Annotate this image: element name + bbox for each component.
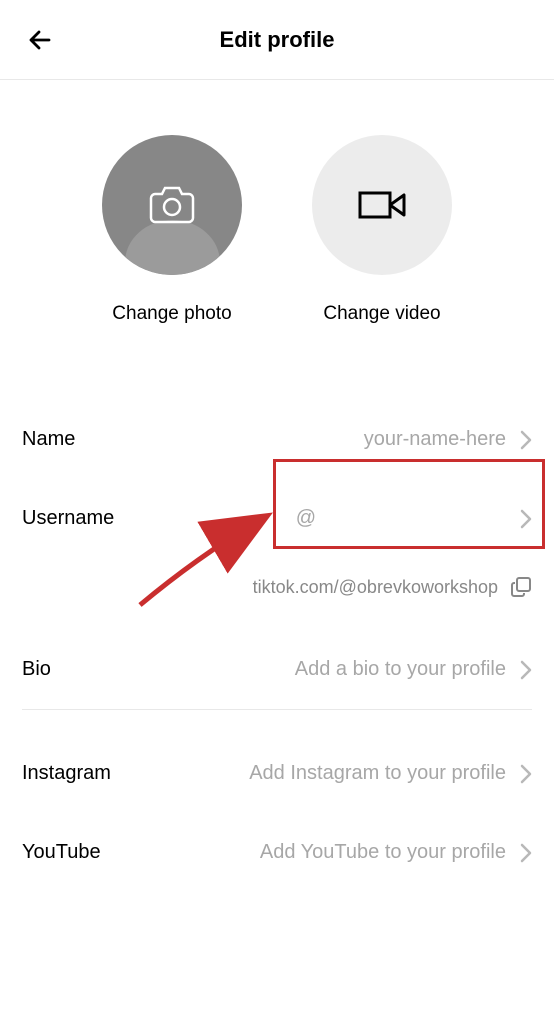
username-row[interactable]: Username @ xyxy=(0,479,554,558)
name-value: your-name-here xyxy=(364,428,506,451)
name-row[interactable]: Name your-name-here xyxy=(0,400,554,479)
media-section: Change photo Change video xyxy=(0,80,554,370)
change-video-button[interactable]: Change video xyxy=(312,135,452,325)
bio-row[interactable]: Bio Add a bio to your profile xyxy=(0,630,554,709)
video-camera-icon xyxy=(354,185,410,225)
change-video-label: Change video xyxy=(323,303,440,325)
back-button[interactable] xyxy=(20,20,60,60)
avatar-placeholder xyxy=(102,135,242,275)
back-arrow-icon xyxy=(25,25,55,55)
profile-url-text: tiktok.com/@obrevkoworkshop xyxy=(253,577,498,598)
instagram-label: Instagram xyxy=(22,762,111,785)
username-label: Username xyxy=(22,507,114,530)
youtube-value: Add YouTube to your profile xyxy=(260,841,506,864)
chevron-right-icon xyxy=(520,509,532,529)
youtube-label: YouTube xyxy=(22,841,101,864)
profile-url-row[interactable]: tiktok.com/@obrevkoworkshop xyxy=(0,558,554,630)
video-placeholder xyxy=(312,135,452,275)
instagram-value: Add Instagram to your profile xyxy=(249,762,506,785)
camera-icon xyxy=(147,184,197,226)
bio-value: Add a bio to your profile xyxy=(295,658,506,681)
youtube-row[interactable]: YouTube Add YouTube to your profile xyxy=(0,813,554,892)
chevron-right-icon xyxy=(520,430,532,450)
instagram-row[interactable]: Instagram Add Instagram to your profile xyxy=(0,734,554,813)
page-title: Edit profile xyxy=(0,27,554,53)
bio-label: Bio xyxy=(22,658,51,681)
username-value: @ xyxy=(296,507,316,530)
change-photo-label: Change photo xyxy=(112,303,231,325)
change-photo-button[interactable]: Change photo xyxy=(102,135,242,325)
name-label: Name xyxy=(22,428,75,451)
header: Edit profile xyxy=(0,0,554,80)
copy-icon[interactable] xyxy=(510,576,532,598)
chevron-right-icon xyxy=(520,843,532,863)
chevron-right-icon xyxy=(520,660,532,680)
settings-list: Name your-name-here Username @ tiktok.co… xyxy=(0,370,554,892)
chevron-right-icon xyxy=(520,764,532,784)
